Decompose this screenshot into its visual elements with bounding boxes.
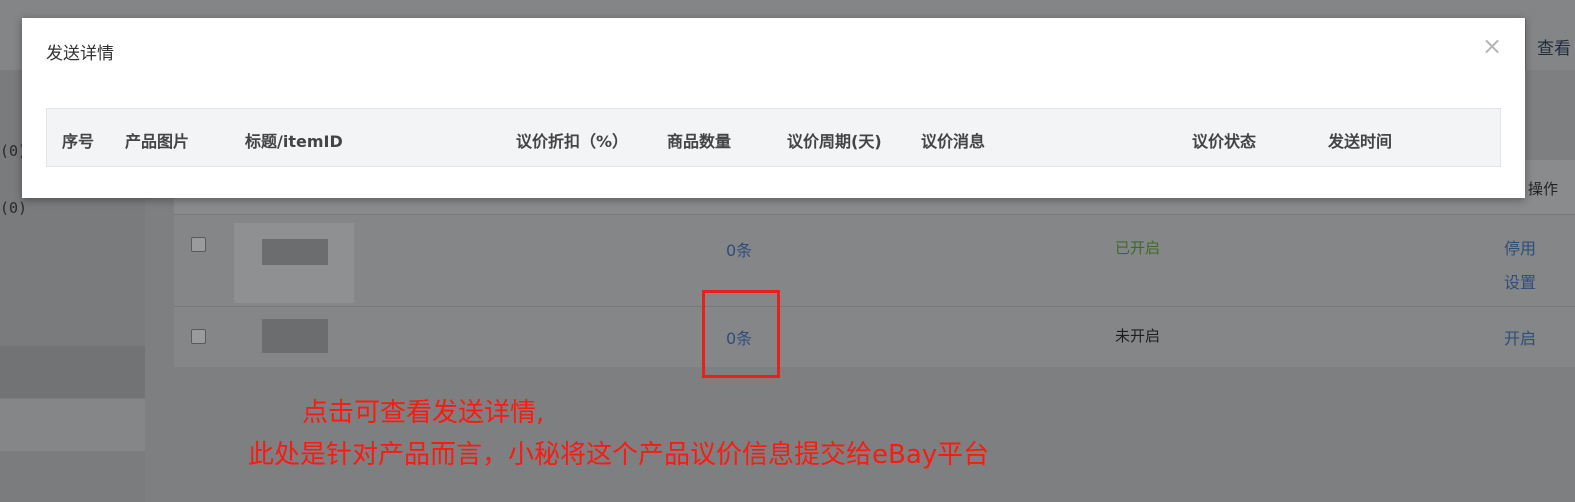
message-count-link[interactable]: 0条 (726, 237, 752, 261)
highlight-box (702, 290, 780, 378)
product-image-blur (262, 239, 328, 265)
table-row: 0条 已开启 停用 设置 (174, 214, 1575, 307)
modal-table-header: 序号 产品图片 标题/itemID 议价折扣（%） 商品数量 议价周期(天) 议… (46, 108, 1501, 167)
modal-title: 发送详情 (46, 44, 114, 64)
column-header-status: 议价状态 (1192, 132, 1257, 151)
divider (1525, 18, 1526, 70)
view-link[interactable]: 查看 (1537, 34, 1571, 59)
enable-link[interactable]: 开启 (1504, 325, 1536, 349)
status-badge: 未开启 (1115, 327, 1161, 345)
column-header-period: 议价周期(天) (787, 132, 882, 151)
column-header-title-itemid: 标题/itemID (245, 132, 343, 151)
close-icon[interactable]: × (1482, 32, 1502, 60)
column-header-quantity: 商品数量 (667, 132, 732, 151)
sidebar-item[interactable] (0, 452, 145, 502)
column-header-discount: 议价折扣（%） (516, 132, 629, 151)
row-checkbox[interactable] (191, 329, 206, 344)
column-header-index: 序号 (62, 132, 95, 151)
column-header-product-image: 产品图片 (125, 132, 190, 151)
disable-link[interactable]: 停用 (1504, 235, 1536, 259)
settings-link[interactable]: 设置 (1504, 269, 1536, 293)
table-row: 0条 未开启 开启 (174, 306, 1575, 367)
product-image (262, 319, 328, 353)
column-header-message: 议价消息 (921, 132, 986, 151)
column-header-operation: 操作 (1528, 180, 1559, 198)
column-header-send-time: 发送时间 (1328, 132, 1393, 151)
row-checkbox[interactable] (191, 237, 206, 252)
sidebar-count: (0) (0, 199, 28, 217)
annotation-text: 点击可查看发送详情, (302, 398, 545, 428)
status-badge: 已开启 (1115, 239, 1161, 257)
annotation-text: 此处是针对产品而言，小秘将这个产品议价信息提交给eBay平台 (248, 440, 990, 470)
sidebar-item-active[interactable] (0, 346, 145, 398)
send-details-modal: 发送详情 × 序号 产品图片 标题/itemID 议价折扣（%） 商品数量 议价… (22, 18, 1525, 198)
sidebar-item[interactable] (0, 399, 145, 451)
